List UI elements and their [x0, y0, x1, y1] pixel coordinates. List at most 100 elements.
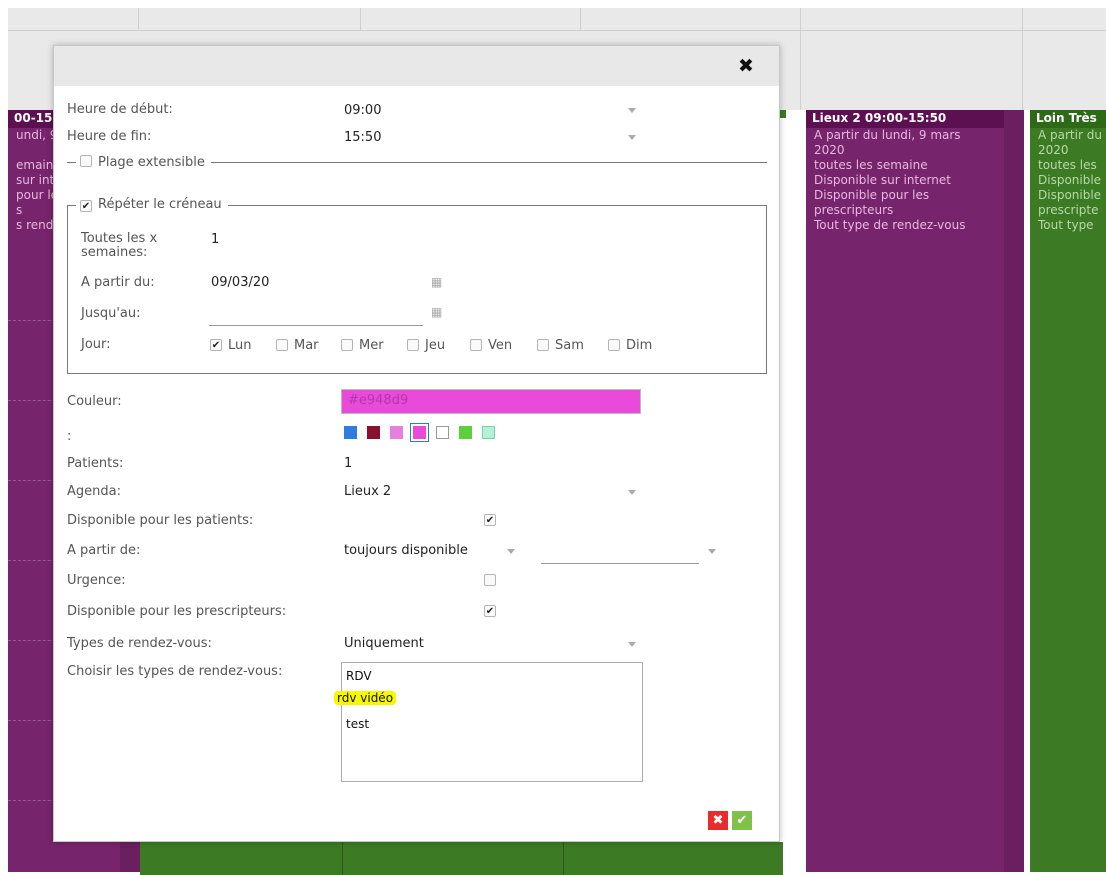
list-item[interactable]: test — [346, 717, 369, 731]
day-label-lun: Lun — [228, 338, 252, 353]
available-prescribers-checkbox[interactable] — [484, 605, 496, 617]
event-line: prescripteurs — [814, 203, 894, 217]
calendar-event-green[interactable] — [140, 842, 783, 875]
end-time-label: Heure de fin: — [67, 129, 152, 144]
agenda-label: Agenda: — [67, 484, 121, 499]
chevron-down-icon[interactable] — [628, 108, 636, 113]
every-weeks-label: Toutes les x — [81, 231, 158, 246]
color-input[interactable]: #e948d9 — [341, 389, 641, 414]
slot-edit-dialog: ✖ Heure de début: 09:00 Heure de fin: 15… — [53, 45, 780, 842]
day-checkbox-ven[interactable] — [470, 339, 482, 351]
calendar-event-green-corner — [780, 110, 786, 118]
repeat-checkbox[interactable] — [80, 200, 92, 212]
types-select[interactable]: Uniquement — [344, 636, 424, 651]
from-date-input[interactable]: 09/03/20 — [211, 275, 269, 290]
chevron-down-icon[interactable] — [628, 642, 636, 647]
patients-value[interactable]: 1 — [344, 456, 352, 471]
start-time-label: Heure de début: — [67, 102, 173, 117]
calendar-row-divider — [8, 30, 1106, 31]
day-checkbox-lun[interactable] — [210, 339, 222, 351]
day-checkbox-sam[interactable] — [537, 339, 549, 351]
chevron-down-icon[interactable] — [708, 549, 716, 554]
agenda-select[interactable]: Lieux 2 — [344, 484, 391, 499]
event-line: Tout type de rendez-vous — [814, 218, 966, 232]
extensible-legend: Plage extensible — [76, 154, 211, 170]
color-swatch-pink[interactable] — [390, 426, 403, 439]
color-swatch-white[interactable] — [436, 426, 449, 439]
event-line: toutes les — [1038, 158, 1097, 172]
event-line: A partir du lundi, 9 mars — [814, 128, 961, 142]
color-swatch-mint[interactable] — [482, 426, 495, 439]
types-label: Types de rendez-vous: — [67, 636, 212, 651]
day-label-sam: Sam — [555, 338, 584, 353]
available-patients-label: Disponible pour les patients: — [67, 513, 254, 528]
list-item-label: rdv vidéo — [334, 691, 397, 705]
chevron-down-icon[interactable] — [628, 490, 636, 495]
day-label-mar: Mar — [294, 338, 319, 353]
event-line: Tout type — [1038, 218, 1094, 232]
calendar-event-right-edge — [1004, 110, 1024, 872]
dialog-header: ✖ — [54, 46, 779, 86]
event-line: Disponible — [1038, 188, 1102, 202]
chevron-down-icon[interactable] — [507, 549, 515, 554]
color-swatch-burgundy[interactable] — [367, 426, 380, 439]
event-line: toutes les semaine — [814, 158, 928, 172]
day-label-dim: Dim — [626, 338, 653, 353]
event-line: 2020 — [1038, 143, 1069, 157]
calendar-col-divider — [138, 8, 139, 30]
extensible-label: Plage extensible — [98, 155, 205, 170]
cancel-x-icon[interactable]: ✖ — [708, 811, 728, 830]
day-checkbox-mar[interactable] — [276, 339, 288, 351]
event-line: Disponible — [1038, 173, 1102, 187]
swatch-label: : — [67, 429, 72, 444]
color-swatch-blue[interactable] — [344, 426, 357, 439]
end-time-select[interactable]: 15:50 — [344, 130, 381, 145]
repeat-legend: Répéter le créneau — [76, 197, 228, 212]
from-select[interactable]: toujours disponible — [344, 543, 468, 558]
color-swatch-green[interactable] — [459, 426, 472, 439]
day-label: Jour: — [81, 337, 111, 352]
calendar-icon[interactable]: ▦ — [431, 275, 442, 289]
extensible-checkbox[interactable] — [80, 155, 92, 167]
until-date-label: Jusqu'au: — [81, 306, 141, 321]
from-date-label: A partir du: — [81, 275, 155, 290]
day-label-ven: Ven — [488, 338, 513, 353]
calendar-col-divider — [342, 842, 343, 875]
urgency-checkbox[interactable] — [484, 574, 496, 586]
color-swatch-magenta[interactable] — [413, 426, 426, 439]
event-line: Disponible pour les — [814, 188, 930, 202]
day-checkbox-jeu[interactable] — [407, 339, 419, 351]
day-checkbox-mer[interactable] — [341, 339, 353, 351]
every-weeks-label-2: semaines: — [81, 245, 148, 260]
choose-types-label: Choisir les types de rendez-vous: — [67, 664, 283, 679]
choose-types-listbox[interactable]: RDV rdv vidéo test — [334, 662, 643, 782]
start-time-select[interactable]: 09:00 — [344, 103, 381, 118]
event-line: A partir du — [1038, 128, 1102, 142]
list-item[interactable]: rdv vidéo — [334, 691, 397, 705]
patients-label: Patients: — [67, 456, 124, 471]
event-header: Lieux 2 09:00-15:50 — [806, 110, 1004, 128]
color-label: Couleur: — [67, 394, 122, 409]
calendar-col-divider — [580, 8, 581, 30]
close-icon[interactable]: ✖ — [738, 55, 754, 77]
event-line: 2020 — [814, 143, 845, 157]
calendar-col-divider — [800, 8, 801, 110]
event-line: Disponible sur internet — [814, 173, 951, 187]
calendar-event-right[interactable]: Lieux 2 09:00-15:50 A partir du lundi, 9… — [806, 110, 1004, 872]
day-checkbox-dim[interactable] — [608, 339, 620, 351]
chevron-down-icon[interactable] — [628, 135, 636, 140]
calendar-col-divider — [563, 842, 564, 875]
repeat-label: Répéter le créneau — [98, 197, 222, 212]
from-second-underline — [541, 563, 699, 564]
available-patients-checkbox[interactable] — [484, 514, 496, 526]
every-weeks-value[interactable]: 1 — [211, 232, 219, 247]
calendar-icon[interactable]: ▦ — [431, 305, 442, 319]
list-item[interactable]: RDV — [346, 669, 372, 683]
from-label: A partir de: — [67, 543, 141, 558]
event-line: prescripte — [1038, 203, 1099, 217]
confirm-check-icon[interactable]: ✔ — [732, 811, 752, 830]
event-header: Loin Très — [1030, 110, 1106, 128]
calendar-event-far-right[interactable]: Loin Très A partir du 2020 toutes les Di… — [1030, 110, 1106, 872]
day-label-jeu: Jeu — [425, 338, 446, 353]
calendar-col-divider — [360, 8, 361, 30]
